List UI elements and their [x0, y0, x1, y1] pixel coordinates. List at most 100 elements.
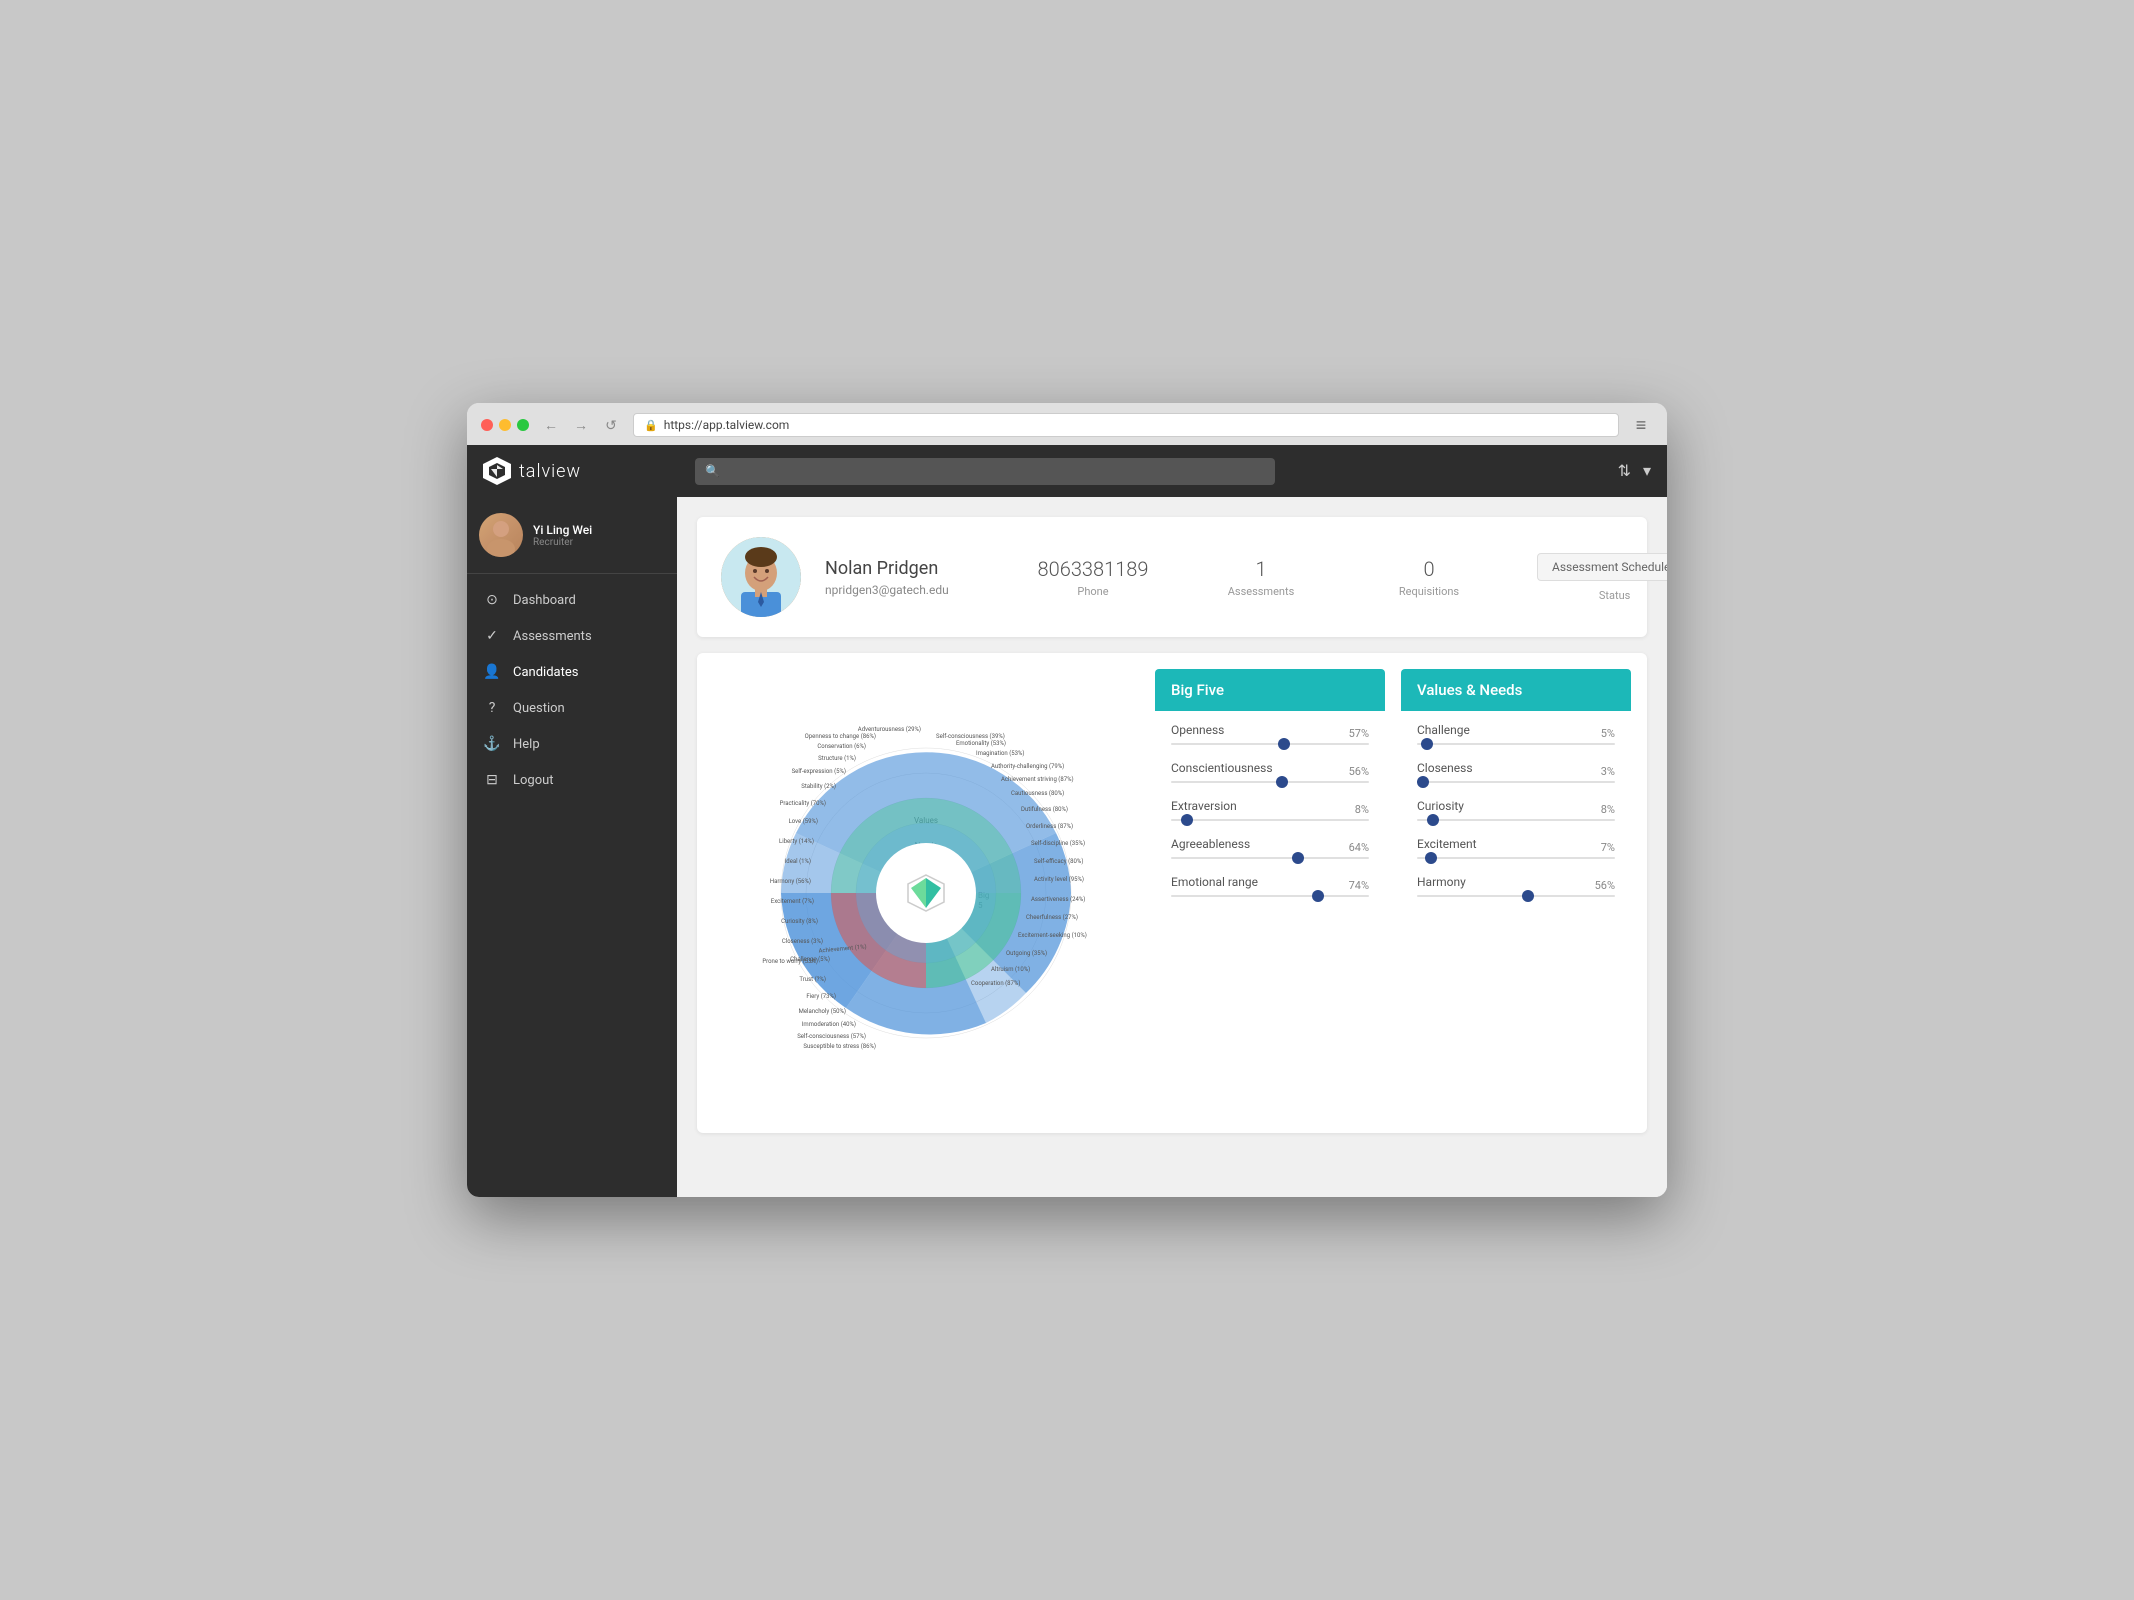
close-dot[interactable] [481, 419, 493, 431]
sidebar-user-name: Yi Ling Wei [533, 523, 592, 537]
metric-label: Openness [1171, 723, 1224, 737]
maximize-dot[interactable] [517, 419, 529, 431]
metric-label: Challenge [1417, 723, 1470, 737]
status-section: Assessment Scheduled Status [1537, 553, 1667, 602]
svg-text:Structure (1%): Structure (1%) [818, 755, 856, 762]
svg-text:Altruism (10%): Altruism (10%) [991, 966, 1030, 973]
metric-row-header: Conscientiousness 56% [1171, 761, 1369, 781]
sidebar-item-question[interactable]: ? Question [467, 690, 677, 726]
metric-value: 3% [1601, 765, 1615, 778]
metric-slider-thumb[interactable] [1292, 852, 1304, 864]
candidate-phone-stat: 8063381189 Phone [1033, 557, 1153, 598]
svg-text:Melancholy (50%): Melancholy (50%) [799, 1008, 846, 1015]
candidate-card: Nolan Pridgen npridgen3@gatech.edu 80633… [697, 517, 1647, 637]
metric-value: 56% [1595, 879, 1615, 892]
sidebar-item-dashboard[interactable]: ⊙ Dashboard [467, 582, 677, 618]
metric-label: Extraversion [1171, 799, 1237, 813]
sidebar-item-candidates[interactable]: 👤 Candidates [467, 654, 677, 690]
svg-text:Emotionality (53%): Emotionality (53%) [956, 740, 1006, 747]
metric-slider-thumb[interactable] [1278, 738, 1290, 750]
browser-dots [481, 419, 529, 431]
metric-value: 8% [1601, 803, 1615, 816]
browser-nav: ← → ↺ [539, 413, 623, 437]
metric-slider-thumb[interactable] [1417, 776, 1429, 788]
metric-value: 7% [1601, 841, 1615, 854]
metric-slider-track [1171, 895, 1369, 897]
metric-row: Openness 57% [1171, 723, 1369, 745]
svg-text:Adventurousness (29%): Adventurousness (29%) [858, 726, 921, 733]
question-icon: ? [483, 700, 501, 716]
metric-value: 74% [1349, 879, 1369, 892]
sidebar-user-info: Yi Ling Wei Recruiter [533, 523, 592, 548]
metric-value: 56% [1349, 765, 1369, 778]
forward-button[interactable]: → [569, 413, 593, 437]
metric-row: Harmony 56% [1417, 875, 1615, 897]
candidate-requisitions-stat: 0 Requisitions [1369, 557, 1489, 598]
candidate-assessments-stat: 1 Assessments [1201, 557, 1321, 598]
metric-slider-thumb[interactable] [1312, 890, 1324, 902]
metric-row-header: Emotional range 74% [1171, 875, 1369, 895]
svg-text:Liberty (14%): Liberty (14%) [779, 838, 814, 845]
candidate-photo [721, 537, 801, 617]
metric-slider-track [1417, 895, 1615, 897]
big-five-panel: Big Five Openness 57% Conscientiousness … [1155, 669, 1385, 1117]
svg-text:Self-efficacy (80%): Self-efficacy (80%) [1034, 858, 1083, 865]
back-button[interactable]: ← [539, 413, 563, 437]
logout-icon: ⊟ [483, 772, 501, 788]
svg-text:Stability (2%): Stability (2%) [801, 783, 836, 790]
metric-slider-thumb[interactable] [1427, 814, 1439, 826]
metric-row-header: Excitement 7% [1417, 837, 1615, 857]
radial-chart-svg: Values Needs Big 5 [726, 673, 1126, 1113]
metric-slider-thumb[interactable] [1421, 738, 1433, 750]
candidate-phone-label: Phone [1077, 585, 1108, 598]
sidebar-item-help[interactable]: ⚓ Help [467, 726, 677, 762]
sort-button[interactable]: ⇅ [1618, 461, 1631, 481]
metric-row-header: Harmony 56% [1417, 875, 1615, 895]
sidebar-item-logout[interactable]: ⊟ Logout [467, 762, 677, 798]
candidate-name: Nolan Pridgen [825, 558, 985, 579]
metric-row: Conscientiousness 56% [1171, 761, 1369, 783]
metric-slider-track [1171, 743, 1369, 745]
metric-slider-thumb[interactable] [1276, 776, 1288, 788]
candidate-assessments-label: Assessments [1228, 585, 1295, 598]
metric-row-header: Openness 57% [1171, 723, 1369, 743]
browser-menu-button[interactable]: ≡ [1629, 413, 1653, 437]
metric-row-header: Closeness 3% [1417, 761, 1615, 781]
metric-label: Closeness [1417, 761, 1473, 775]
sidebar-item-assessments[interactable]: ✓ Assessments [467, 618, 677, 654]
metric-slider-thumb[interactable] [1181, 814, 1193, 826]
svg-text:Cooperation (87%): Cooperation (87%) [971, 980, 1020, 987]
dashboard-icon: ⊙ [483, 592, 501, 608]
menu-button[interactable]: ▾ [1643, 461, 1651, 481]
metric-slider-thumb[interactable] [1425, 852, 1437, 864]
metric-slider-track [1171, 781, 1369, 783]
metric-row-header: Agreeableness 64% [1171, 837, 1369, 857]
metric-value: 64% [1349, 841, 1369, 854]
svg-text:Curiosity (8%): Curiosity (8%) [781, 918, 818, 925]
metric-slider-thumb[interactable] [1522, 890, 1534, 902]
svg-text:Achievement striving (87%): Achievement striving (87%) [1001, 776, 1074, 783]
metric-row: Excitement 7% [1417, 837, 1615, 859]
values-needs-panel: Values & Needs Challenge 5% Closeness 3%… [1401, 669, 1631, 1117]
metric-row: Extraversion 8% [1171, 799, 1369, 821]
search-input[interactable] [695, 458, 1275, 485]
main-content: Nolan Pridgen npridgen3@gatech.edu 80633… [677, 497, 1667, 1197]
svg-text:Assertiveness (24%): Assertiveness (24%) [1031, 896, 1085, 903]
candidate-email: npridgen3@gatech.edu [825, 583, 985, 597]
candidate-info: Nolan Pridgen npridgen3@gatech.edu [825, 558, 985, 597]
logo-area: talview [483, 457, 683, 485]
candidate-assessments-value: 1 [1255, 557, 1266, 581]
reload-button[interactable]: ↺ [599, 413, 623, 437]
svg-text:Susceptible to stress (86%): Susceptible to stress (86%) [803, 1043, 876, 1050]
svg-text:Openness to change (86%): Openness to change (86%) [805, 733, 876, 740]
sidebar-item-label: Question [513, 701, 565, 716]
top-nav: talview 🔍 ⇅ ▾ [467, 445, 1667, 497]
app-container: Yi Ling Wei Recruiter ⊙ Dashboard ✓ Asse… [467, 497, 1667, 1197]
svg-text:Conservation (6%): Conservation (6%) [817, 743, 866, 750]
status-label: Status [1599, 589, 1630, 602]
svg-text:Authority-challenging (79%): Authority-challenging (79%) [991, 763, 1064, 770]
metric-value: 8% [1355, 803, 1369, 816]
assessments-icon: ✓ [483, 628, 501, 644]
address-bar[interactable]: 🔒 https://app.talview.com [633, 413, 1619, 437]
minimize-dot[interactable] [499, 419, 511, 431]
